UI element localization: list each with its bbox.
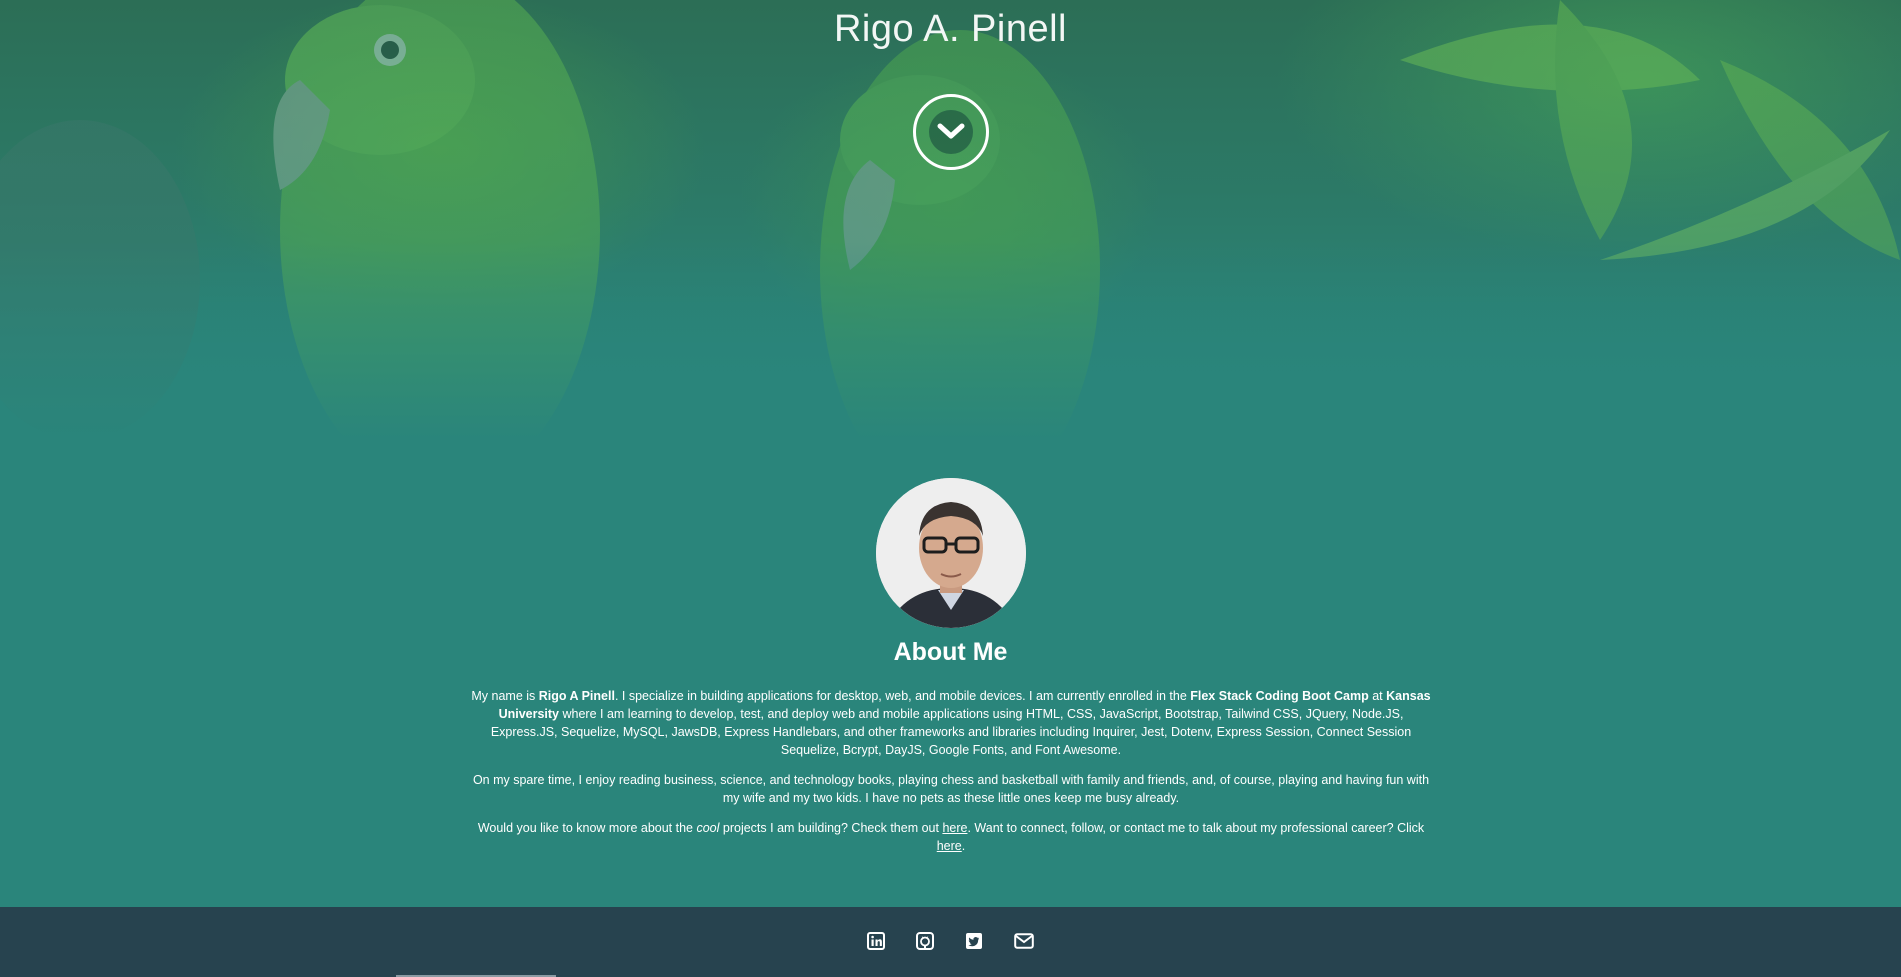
text: . xyxy=(961,839,966,853)
text: . Want to connect, follow, or contact me… xyxy=(967,821,1425,835)
about-paragraph-2: On my spare time, I enjoy reading busine… xyxy=(472,773,1430,805)
email-link[interactable] xyxy=(1013,930,1035,952)
scroll-down-button[interactable] xyxy=(913,94,989,170)
footer xyxy=(0,907,1901,977)
about-text: My name is Rigo A Pinell. I specialize i… xyxy=(466,687,1436,867)
text: projects I am building? Check them out xyxy=(719,821,943,835)
contact-link[interactable]: here xyxy=(937,839,962,853)
text: My name is xyxy=(471,689,539,703)
site-title: Rigo A. Pinell xyxy=(833,8,1067,50)
cool-emphasis: cool xyxy=(696,821,720,835)
github-icon xyxy=(916,932,934,950)
hero-section: Rigo A. Pinell xyxy=(0,0,1901,440)
profile-photo xyxy=(876,478,1026,628)
github-link[interactable] xyxy=(914,930,936,952)
text: . I specialize in building applications … xyxy=(614,689,1191,703)
twitter-link[interactable] xyxy=(963,930,985,952)
text: Would you like to know more about the xyxy=(477,821,697,835)
projects-link[interactable]: here xyxy=(942,821,967,835)
bootcamp-emphasis: Flex Stack Coding Boot Camp xyxy=(1190,689,1369,703)
about-paragraph-1: My name is Rigo A Pinell. I specialize i… xyxy=(466,687,1436,759)
text: at xyxy=(1368,689,1387,703)
text: where I am learning to develop, test, an… xyxy=(490,707,1412,757)
name-emphasis: Rigo A Pinell xyxy=(538,689,615,703)
linkedin-link[interactable] xyxy=(865,930,887,952)
envelope-icon xyxy=(1014,933,1034,949)
hero-overlay xyxy=(0,0,1901,440)
twitter-icon xyxy=(966,933,982,949)
scroll-down-button-inner xyxy=(929,110,973,154)
avatar xyxy=(876,478,1026,628)
about-heading: About Me xyxy=(893,638,1008,666)
linkedin-icon xyxy=(867,932,885,950)
chevron-down-icon xyxy=(937,123,965,139)
about-paragraph-3: Would you like to know more about the co… xyxy=(466,819,1436,855)
